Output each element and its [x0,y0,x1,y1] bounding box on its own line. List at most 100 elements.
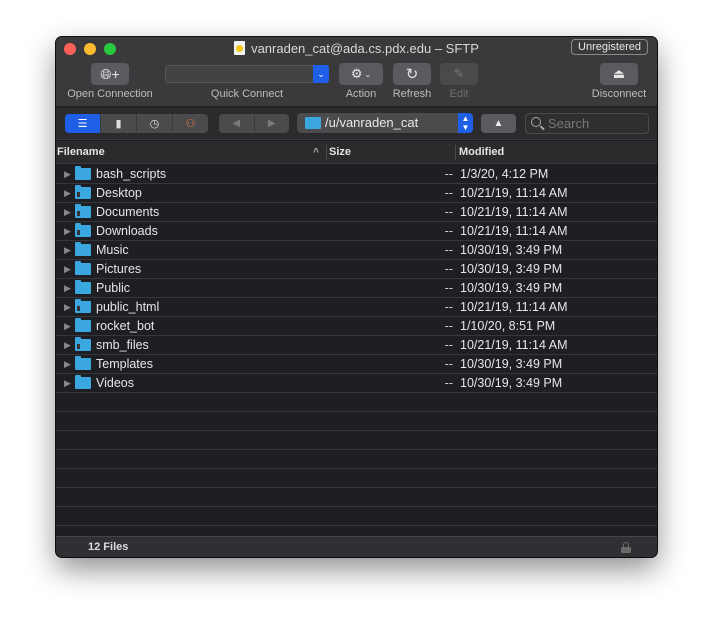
file-name: smb_files [96,338,149,352]
file-row[interactable]: ▶ rocket_bot -- 1/10/20, 8:51 PM [56,317,657,336]
file-row[interactable]: ▶ Templates -- 10/30/19, 3:49 PM [56,355,657,374]
folder-icon [305,117,321,129]
document-icon [234,41,246,55]
history-view-button[interactable]: ◷ [137,114,173,133]
file-size: -- [444,300,453,314]
file-name: Pictures [96,262,142,276]
refresh-button[interactable]: ↻ [393,63,431,85]
window-title-text: vanraden_cat@ada.cs.pdx.edu – SFTP [251,41,479,56]
file-row[interactable]: ▶ Music -- 10/30/19, 3:49 PM [56,241,657,260]
outline-list-icon: ☰ [77,118,88,130]
disclosure-triangle-icon[interactable]: ▶ [64,165,71,183]
disclosure-triangle-icon[interactable]: ▶ [64,203,71,221]
file-modified: 10/21/19, 11:14 AM [460,205,568,219]
folder-icon [75,242,91,256]
updown-chevron-icon: ▲ ▼ [458,113,473,133]
file-row[interactable]: ▶ public_html -- 10/21/19, 11:14 AM [56,298,657,317]
file-size: -- [444,376,453,390]
edit-button[interactable]: ✎ [440,63,478,85]
status-bar: 12 Files [56,536,657,557]
bonjour-view-button[interactable]: ⚇ [173,114,208,133]
file-size: -- [444,262,453,276]
disclosure-triangle-icon[interactable]: ▶ [64,241,71,259]
disconnect-label: Disconnect [591,88,647,100]
file-modified: 10/30/19, 3:49 PM [460,376,563,390]
disclosure-triangle-icon[interactable]: ▶ [64,298,71,316]
disclosure-triangle-icon[interactable]: ▶ [64,355,71,373]
disclosure-triangle-icon[interactable]: ▶ [64,184,71,202]
file-size: -- [444,243,453,257]
path-select[interactable]: /u/vanraden_cat ▲ ▼ [297,113,473,133]
file-row[interactable]: ▶ Public -- 10/30/19, 3:49 PM [56,279,657,298]
column-divider[interactable] [455,145,456,160]
file-size: -- [444,205,453,219]
empty-row [56,469,657,488]
disclosure-triangle-icon[interactable]: ▶ [64,279,71,297]
file-row[interactable]: ▶ Documents -- 10/21/19, 11:14 AM [56,203,657,222]
file-count: 12 Files [88,541,129,553]
disclosure-triangle-icon[interactable]: ▶ [64,222,71,240]
file-row[interactable]: ▶ bash_scripts -- 1/3/20, 4:12 PM [56,165,657,184]
disclosure-triangle-icon[interactable]: ▶ [64,260,71,278]
file-row[interactable]: ▶ Desktop -- 10/21/19, 11:14 AM [56,184,657,203]
file-size: -- [444,319,453,333]
file-modified: 10/30/19, 3:49 PM [460,262,563,276]
chevron-down-icon[interactable]: ⌄ [313,65,329,83]
disconnect-button[interactable]: ⏏ [600,63,638,85]
history-navigation: ◀ ▶ [219,114,289,133]
forward-button[interactable]: ▶ [255,114,290,133]
disclosure-triangle-icon[interactable]: ▶ [64,336,71,354]
column-filename[interactable]: Filename [57,141,105,164]
edit-label: Edit [449,88,469,100]
file-row[interactable]: ▶ Videos -- 10/30/19, 3:49 PM [56,374,657,393]
parent-directory-button[interactable]: ▲ [481,114,516,133]
file-modified: 10/30/19, 3:49 PM [460,243,563,257]
browser-view-button[interactable]: ☰ [65,114,101,133]
file-name: Documents [96,205,160,219]
search-input[interactable]: Search [525,113,649,134]
file-row[interactable]: ▶ Downloads -- 10/21/19, 11:14 AM [56,222,657,241]
folder-alias-icon [75,223,91,237]
back-button[interactable]: ◀ [219,114,255,133]
quick-connect-label: Quick Connect [210,88,284,100]
refresh-icon: ↻ [405,66,419,83]
gear-icon: ⚙ [350,66,363,81]
globe-plus-icon: 🌐︎+ [100,65,120,82]
navigation-bar: ☰ ▮ ◷ ⚇ ◀ ▶ /u/vanraden_cat ▲ ▼ ▲ Search [56,108,657,140]
clock-icon: ◷ [149,118,160,130]
sftp-window: vanraden_cat@ada.cs.pdx.edu – SFTP Unreg… [56,37,657,557]
folder-icon [75,356,91,370]
file-name: Desktop [96,186,142,200]
empty-row [56,488,657,507]
search-icon [531,117,541,127]
file-size: -- [444,224,453,238]
window-title: vanraden_cat@ada.cs.pdx.edu – SFTP [56,40,657,58]
file-modified: 10/30/19, 3:49 PM [460,281,563,295]
empty-row [56,393,657,412]
action-button[interactable]: ⚙ ⌄ [339,63,383,85]
open-connection-button[interactable]: 🌐︎+ [91,63,129,85]
quick-connect-input[interactable]: ⌄ [165,65,329,83]
refresh-label: Refresh [392,88,432,100]
folder-icon [75,318,91,332]
file-size: -- [444,167,453,181]
triangle-left-icon: ◀ [232,118,241,129]
column-modified[interactable]: Modified [459,141,504,164]
pencil-icon: ✎ [453,66,465,81]
disclosure-triangle-icon[interactable]: ▶ [64,317,71,335]
unregistered-badge[interactable]: Unregistered [571,39,648,55]
folder-icon [75,166,91,180]
column-size[interactable]: Size [329,141,351,164]
bookmarks-view-button[interactable]: ▮ [101,114,137,133]
open-connection-label: Open Connection [67,88,153,100]
folder-icon [75,280,91,294]
file-size: -- [444,281,453,295]
eject-icon: ⏏ [612,66,626,81]
file-modified: 10/21/19, 11:14 AM [460,338,568,352]
file-row[interactable]: ▶ Pictures -- 10/30/19, 3:49 PM [56,260,657,279]
file-row[interactable]: ▶ smb_files -- 10/21/19, 11:14 AM [56,336,657,355]
file-size: -- [444,338,453,352]
folder-alias-icon [75,185,91,199]
disclosure-triangle-icon[interactable]: ▶ [64,374,71,392]
column-divider[interactable] [326,145,327,160]
